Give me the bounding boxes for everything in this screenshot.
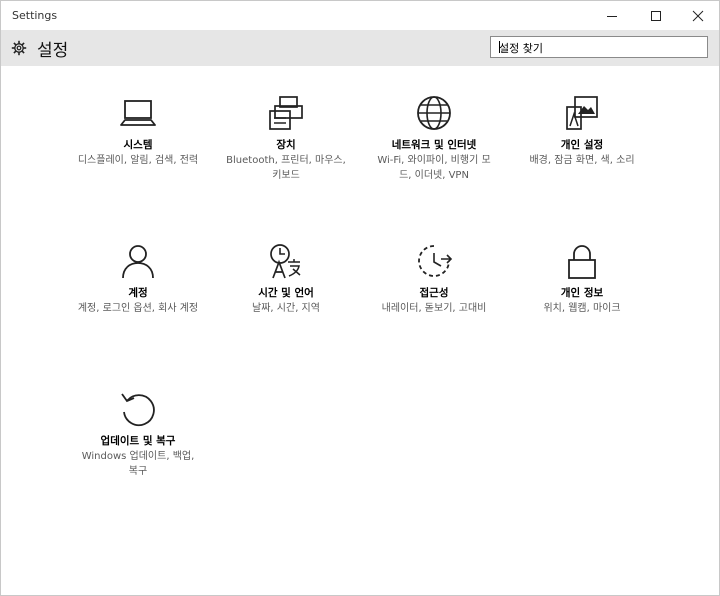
title-bar[interactable]: Settings — [1, 1, 719, 30]
settings-tile[interactable]: 장치 Bluetooth, 프린터, 마우스, 키보드 — [216, 94, 356, 183]
tile-description: 계정, 로그인 옵션, 회사 계정 — [77, 303, 199, 314]
maximize-button[interactable] — [633, 1, 679, 30]
page-title: 설정 — [37, 41, 69, 61]
close-icon — [692, 10, 704, 21]
settings-tile[interactable]: 시간 및 언어날짜, 시간, 지역 — [216, 242, 356, 316]
settings-window: Settings 설정 시스템디스플레이, 알림, 검색, 전력장치 — [0, 0, 720, 596]
window-title: Settings — [12, 9, 58, 22]
maximize-icon — [651, 10, 661, 21]
tile-title: 네트워크 및 인터넷 — [391, 139, 477, 151]
time-language-icon — [270, 244, 301, 279]
tile-description: 날짜, 시간, 지역 — [252, 303, 320, 314]
settings-tile[interactable]: 업데이트 및 복구 Windows 업데이트, 백업, 복구 — [68, 390, 208, 479]
tile-title: 개인 정보 — [560, 287, 604, 299]
tile-description: 내레이터, 돋보기, 고대비 — [381, 303, 487, 314]
personalization-icon — [566, 96, 598, 130]
tile-title: 장치 — [276, 139, 296, 151]
tile-description: Wi-Fi, 와이파이, 비행기 모드, 이더넷, VPN — [377, 155, 491, 181]
settings-tile[interactable]: 계정계정, 로그인 옵션, 회사 계정 — [68, 242, 208, 316]
person-icon — [122, 245, 154, 279]
gear-icon — [11, 40, 27, 56]
tile-title: 개인 설정 — [560, 139, 604, 151]
minimize-icon — [607, 15, 617, 17]
lock-icon — [568, 245, 596, 279]
search-input[interactable] — [491, 38, 699, 58]
text-caret — [499, 41, 500, 53]
laptop-icon — [120, 100, 156, 126]
globe-icon — [417, 96, 451, 130]
settings-tile[interactable]: 네트워크 및 인터넷 Wi-Fi, 와이파이, 비행기 모드, 이더넷, VPN — [364, 94, 504, 183]
tile-description: 위치, 웹캠, 마이크 — [543, 303, 621, 314]
tile-title: 시스템 — [123, 139, 153, 151]
search-box[interactable] — [490, 36, 708, 58]
tile-title: 계정 — [128, 287, 148, 299]
settings-tile[interactable]: 시스템디스플레이, 알림, 검색, 전력 — [68, 94, 208, 168]
settings-tile[interactable]: 개인 설정배경, 잠금 화면, 색, 소리 — [512, 94, 652, 168]
minimize-button[interactable] — [589, 1, 635, 30]
tile-description: Windows 업데이트, 백업, 복구 — [81, 451, 195, 477]
tile-title: 업데이트 및 복구 — [100, 435, 176, 447]
printer-icon — [269, 96, 303, 130]
close-button[interactable] — [675, 1, 720, 30]
header-bar: 설정 — [1, 30, 719, 66]
update-icon — [121, 393, 155, 427]
tile-description: Bluetooth, 프린터, 마우스, 키보드 — [226, 155, 346, 181]
settings-tile[interactable]: 개인 정보위치, 웹캠, 마이크 — [512, 242, 652, 316]
ease-of-access-icon — [418, 245, 453, 277]
tile-title: 접근성 — [419, 287, 449, 299]
tile-description: 배경, 잠금 화면, 색, 소리 — [529, 155, 635, 166]
settings-tile[interactable]: 접근성내레이터, 돋보기, 고대비 — [364, 242, 504, 316]
tile-title: 시간 및 언어 — [258, 287, 314, 299]
tile-description: 디스플레이, 알림, 검색, 전력 — [77, 155, 199, 166]
